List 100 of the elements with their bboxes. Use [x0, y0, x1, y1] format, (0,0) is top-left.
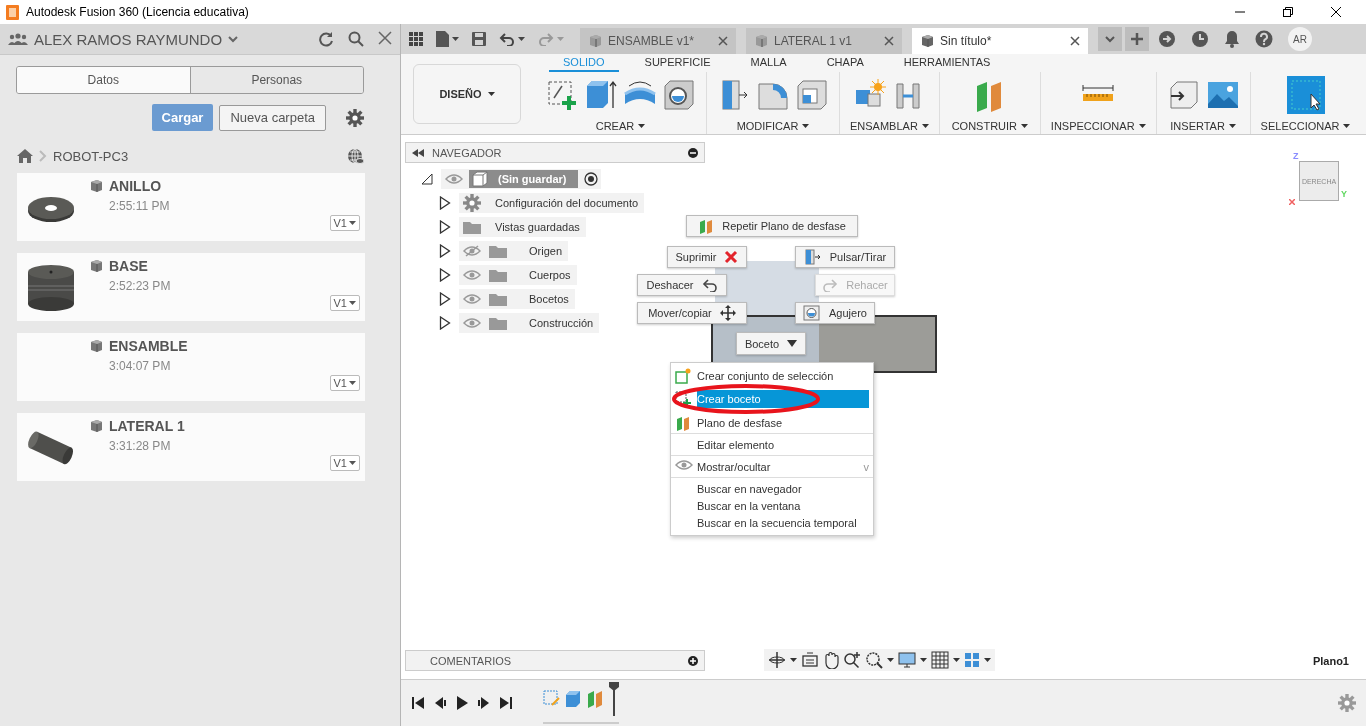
document-tab[interactable]: ENSAMBLE v1*: [580, 28, 736, 54]
sketch-dropdown[interactable]: Boceto: [736, 332, 806, 355]
tool-group-menu[interactable]: INSERTAR: [1170, 120, 1236, 132]
look-at-icon[interactable]: [801, 652, 819, 668]
skip-start-icon[interactable]: [411, 696, 425, 710]
timeline-marker-icon[interactable]: [609, 682, 619, 716]
help-icon[interactable]: [1255, 30, 1273, 48]
breadcrumb-folder[interactable]: ROBOT-PC3: [53, 148, 129, 164]
step-back-icon[interactable]: [433, 696, 447, 710]
workspace-dropdown[interactable]: DISEÑO: [413, 64, 521, 124]
user-avatar[interactable]: AR: [1288, 27, 1312, 51]
step-forward-icon[interactable]: [477, 696, 491, 710]
ribbon-tab[interactable]: MALLA: [736, 56, 801, 72]
marking-menu-button[interactable]: Pulsar/Tirar: [795, 246, 895, 268]
shell-icon[interactable]: [795, 78, 829, 112]
new-tab-button[interactable]: [1125, 27, 1149, 51]
undo-icon[interactable]: [499, 32, 515, 46]
version-dropdown[interactable]: V1: [329, 295, 360, 311]
close-icon[interactable]: [1070, 36, 1080, 46]
ribbon-tab[interactable]: SUPERFICIE: [630, 56, 725, 72]
browser-item[interactable]: Vistas guardadas: [459, 217, 586, 237]
hole-icon[interactable]: [662, 78, 696, 112]
document-tab[interactable]: Sin título*: [912, 28, 1088, 54]
globe-icon[interactable]: [347, 147, 364, 165]
chevron-down-icon[interactable]: [228, 35, 239, 43]
select-icon[interactable]: [1286, 76, 1325, 114]
add-icon[interactable]: [688, 655, 698, 666]
eye-icon[interactable]: [463, 269, 481, 281]
new-folder-button[interactable]: Nueva carpeta: [219, 104, 326, 131]
expand-triangle-icon[interactable]: [439, 244, 451, 258]
browser-item[interactable]: Origen: [459, 241, 569, 261]
settings-icon[interactable]: [346, 108, 364, 127]
job-status-icon[interactable]: [1158, 30, 1176, 48]
menu-item[interactable]: Buscar en la ventana: [671, 497, 873, 514]
viewports-icon[interactable]: [964, 652, 980, 668]
apps-grid-icon[interactable]: [409, 32, 423, 46]
browser-item[interactable]: Configuración del documento: [459, 193, 645, 213]
home-icon[interactable]: [17, 149, 33, 163]
file-card[interactable]: ENSAMBLE 3:04:07 PM V1: [17, 333, 365, 401]
grid-icon[interactable]: [931, 651, 949, 669]
zoom-icon[interactable]: [843, 651, 861, 669]
menu-item[interactable]: Crear conjunto de selección: [671, 367, 873, 384]
zoom-window-icon[interactable]: [865, 651, 883, 669]
browser-item[interactable]: Bocetos: [459, 289, 575, 309]
version-dropdown[interactable]: V1: [329, 215, 360, 231]
eye-hidden-icon[interactable]: [463, 245, 481, 257]
eye-icon[interactable]: [463, 293, 481, 305]
menu-item[interactable]: Buscar en navegador: [671, 480, 873, 497]
orbit-icon[interactable]: [768, 651, 786, 669]
radio-target-icon[interactable]: [584, 172, 599, 186]
play-icon[interactable]: [455, 696, 469, 710]
panel-tab[interactable]: Datos: [17, 67, 190, 93]
collapse-triangle-icon[interactable]: [421, 173, 433, 185]
ribbon-tab[interactable]: CHAPA: [812, 56, 878, 72]
tool-group-menu[interactable]: SELECCIONAR: [1260, 120, 1351, 132]
refresh-icon[interactable]: [318, 31, 334, 47]
marking-menu-button[interactable]: Repetir Plano de desfase: [686, 215, 858, 237]
tool-group-menu[interactable]: CREAR: [595, 120, 646, 132]
marking-menu-button[interactable]: Mover/copiar: [637, 302, 747, 324]
bell-icon[interactable]: [1224, 30, 1240, 48]
tool-group-menu[interactable]: ENSAMBLAR: [850, 120, 929, 132]
extrude-feature-icon[interactable]: [565, 690, 583, 708]
settings-icon[interactable]: [463, 194, 481, 212]
eye-icon[interactable]: [445, 173, 463, 185]
pan-icon[interactable]: [823, 651, 839, 669]
document-tab[interactable]: LATERAL 1 v1: [746, 28, 902, 54]
clock-icon[interactable]: [1191, 30, 1209, 48]
browser-item[interactable]: Construcción: [459, 313, 600, 333]
search-icon[interactable]: [348, 31, 364, 47]
marking-menu-button[interactable]: Deshacer: [637, 274, 727, 296]
minus-circle-icon[interactable]: [688, 147, 698, 158]
expand-triangle-icon[interactable]: [439, 196, 451, 210]
tab-list-button[interactable]: [1098, 27, 1122, 51]
restore-icon[interactable]: [1283, 7, 1293, 17]
version-dropdown[interactable]: V1: [329, 375, 360, 391]
sketch-icon[interactable]: [545, 78, 579, 112]
skip-end-icon[interactable]: [499, 696, 513, 710]
save-icon[interactable]: [472, 32, 486, 46]
eye-icon[interactable]: [463, 317, 481, 329]
marking-menu-button[interactable]: Suprimir: [667, 246, 747, 268]
expand-triangle-icon[interactable]: [439, 316, 451, 330]
collapse-icon[interactable]: [412, 148, 424, 157]
version-dropdown[interactable]: V1: [329, 455, 360, 471]
display-icon[interactable]: [898, 652, 916, 668]
close-icon[interactable]: [1331, 7, 1341, 17]
panel-tab[interactable]: Personas: [189, 67, 363, 93]
menu-item[interactable]: Plano de desfase: [671, 414, 873, 431]
file-icon[interactable]: [436, 31, 449, 47]
tool-group-menu[interactable]: INSPECCIONAR: [1050, 120, 1146, 132]
tool-group-menu[interactable]: MODIFICAR: [736, 120, 810, 132]
file-card[interactable]: ANILLO 2:55:11 PM V1: [17, 173, 365, 241]
browser-item[interactable]: Cuerpos: [459, 265, 577, 285]
expand-triangle-icon[interactable]: [439, 220, 451, 234]
menu-item[interactable]: Buscar en la secuencia temporal: [671, 514, 873, 531]
marking-menu-button[interactable]: Agujero: [795, 302, 875, 324]
file-card[interactable]: LATERAL 1 3:31:28 PM V1: [17, 413, 365, 481]
tool-group-menu[interactable]: CONSTRUIR: [951, 120, 1029, 132]
expand-triangle-icon[interactable]: [439, 292, 451, 306]
menu-item[interactable]: Mostrar/ocultar v: [671, 458, 873, 475]
ribbon-tab[interactable]: HERRAMIENTAS: [889, 56, 1005, 72]
